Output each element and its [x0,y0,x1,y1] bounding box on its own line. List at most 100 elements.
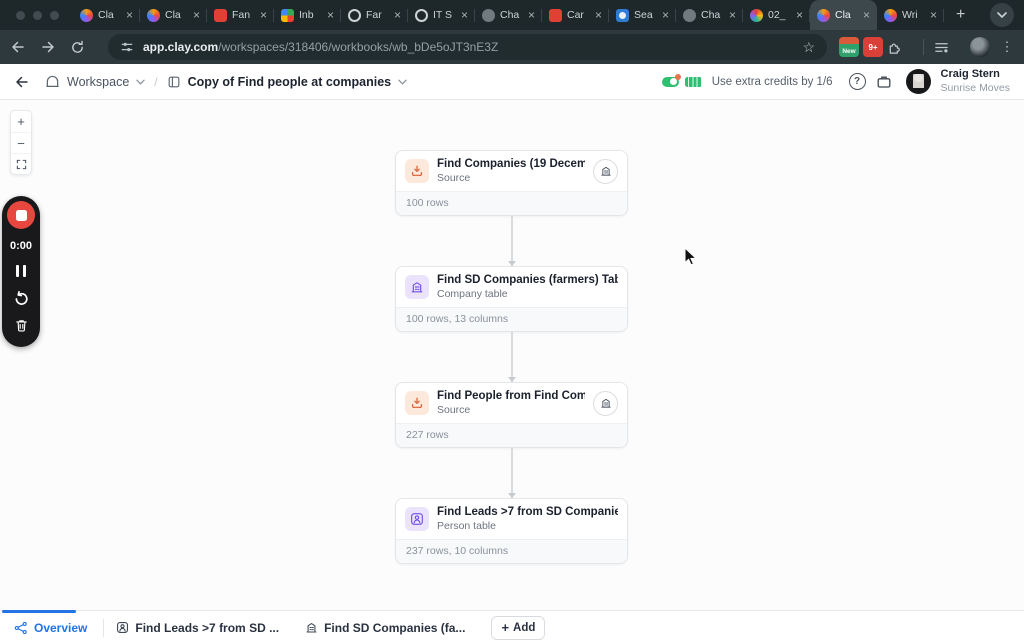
tab-close-icon[interactable] [528,9,535,21]
company-badge-button[interactable] [593,158,618,184]
extension-new-icon[interactable]: New [839,37,859,57]
browser-tabs: Cla Cla Fan Inb Far IT S Cha Car Sea Cha… [73,0,990,30]
source-download-icon [405,159,429,183]
flow-overview-icon [14,621,27,634]
tab-label: Cla [835,9,851,21]
workbook-tab-bar: Overview Find Leads >7 from SD ... Find … [0,610,1024,644]
extension-count-icon[interactable]: 9+ [863,37,883,57]
blue-compass-favicon [616,8,629,22]
zoom-window-button[interactable] [50,10,59,20]
tab-close-icon[interactable] [796,9,803,21]
billing-briefcase-icon[interactable] [876,74,892,90]
app-back-icon[interactable] [14,74,30,90]
node-find-companies[interactable]: Find Companies (19 Decembe... Source 100… [395,150,628,216]
trash-icon [15,320,27,332]
credits-meter-icon [684,76,702,87]
chevron-down-icon[interactable] [398,79,407,85]
site-settings-icon[interactable] [120,40,134,54]
tab-search-chevron-button[interactable] [990,3,1014,27]
node-subtitle: Person table [437,520,496,532]
browser-profile-avatar[interactable] [970,37,990,57]
back-icon[interactable] [10,39,36,55]
node-subtitle: Company table [437,288,508,300]
browser-tab-active[interactable]: Cla [810,0,877,30]
workbook-icon [167,75,181,89]
help-icon[interactable] [848,73,866,90]
forward-icon[interactable] [40,39,66,55]
company-badge-button[interactable] [593,390,618,416]
tab-close-icon[interactable] [662,9,669,21]
browser-tab[interactable]: Car [542,0,609,30]
node-header: Find Companies (19 Decembe... Source [396,151,627,191]
clay-favicon [817,8,830,22]
tab-close-icon[interactable] [461,9,468,21]
browser-tab[interactable]: Cla [73,0,140,30]
restart-recording-button[interactable] [13,290,30,307]
tab-close-icon[interactable] [126,9,133,21]
reading-list-icon[interactable] [934,40,960,55]
workbook-title[interactable]: Copy of Find people at companies [188,75,392,89]
window-controls [0,0,73,30]
add-button-label: Add [513,621,536,634]
browser-tab[interactable]: Fan [207,0,274,30]
browser-toolbar: app.clay.com/workspaces/318406/workbooks… [0,30,1024,64]
zoom-out-button[interactable]: − [11,132,31,153]
mouse-cursor [684,247,697,266]
browser-tab[interactable]: Cha [676,0,743,30]
close-window-button[interactable] [16,10,25,20]
tab-close-icon[interactable] [394,9,401,21]
reload-icon[interactable] [70,40,96,55]
url-bar[interactable]: app.clay.com/workspaces/318406/workbooks… [108,34,827,60]
fit-view-button[interactable] [11,153,31,174]
user-avatar[interactable] [905,69,931,94]
workbook-canvas[interactable]: + − 0:00 Find Companies (19 Decem Source… [0,100,1024,610]
credits-label[interactable]: Use extra credits by 1/6 [712,76,833,88]
tab-find-leads[interactable]: Find Leads >7 from SD ... [116,621,279,635]
delete-recording-button[interactable] [14,318,29,333]
bookmark-star-icon[interactable]: ☆ [802,39,815,56]
browser-tab[interactable]: Cla [140,0,207,30]
node-find-sd-companies-table[interactable]: Find SD Companies (farmers) Table Compan… [395,266,628,332]
zoom-in-button[interactable]: + [11,111,31,132]
browser-tab[interactable]: Far [341,0,408,30]
tab-close-icon[interactable] [863,9,870,21]
chevron-down-icon[interactable] [136,79,146,85]
tab-close-icon[interactable] [327,9,334,21]
extensions-puzzle-icon[interactable] [887,40,913,55]
node-find-people[interactable]: Find People from Find Compa... Source 22… [395,382,628,448]
node-subtitle: Source [437,172,471,184]
breadcrumb-separator: / [154,74,158,89]
pause-recording-button[interactable] [15,263,27,279]
app-header: Workspace / Copy of Find people at compa… [0,64,1024,100]
color-sparkle-favicon [750,8,763,22]
stop-recording-button[interactable] [7,201,35,229]
browser-menu-icon[interactable]: ⋮ [1000,39,1014,55]
user-org: Sunrise Moves [940,81,1010,94]
credits-toggle-icon[interactable] [661,73,681,87]
browser-tab[interactable]: 02_ [743,0,810,30]
tab-close-icon[interactable] [729,9,736,21]
add-table-button[interactable]: Add [491,615,546,640]
tab-overview[interactable]: Overview [10,621,91,635]
workspace-breadcrumb[interactable]: Workspace [67,75,129,89]
tab-find-sd-companies[interactable]: Find SD Companies (fa... [305,621,465,635]
browser-tab[interactable]: Inb [274,0,341,30]
node-title: Find Leads >7 from SD Companies (... [437,506,618,518]
browser-tab[interactable]: Sea [609,0,676,30]
tab-close-icon[interactable] [930,9,937,21]
red-cat-favicon [214,8,227,22]
node-meta: 237 rows, 10 columns [396,539,627,563]
node-find-leads[interactable]: Find Leads >7 from SD Companies (... Per… [395,498,628,564]
tab-label: Cla [98,9,114,21]
screen-recorder-widget: 0:00 [2,196,40,347]
node-title: Find People from Find Compa... [437,390,585,402]
new-tab-button[interactable]: + [944,0,977,30]
chatgpt-favicon [482,8,495,22]
tab-close-icon[interactable] [595,9,602,21]
browser-tab[interactable]: Cha [475,0,542,30]
browser-tab[interactable]: Wri [877,0,944,30]
browser-tab[interactable]: IT S [408,0,475,30]
minimize-window-button[interactable] [33,10,42,20]
tab-close-icon[interactable] [193,9,200,21]
tab-close-icon[interactable] [260,9,267,21]
